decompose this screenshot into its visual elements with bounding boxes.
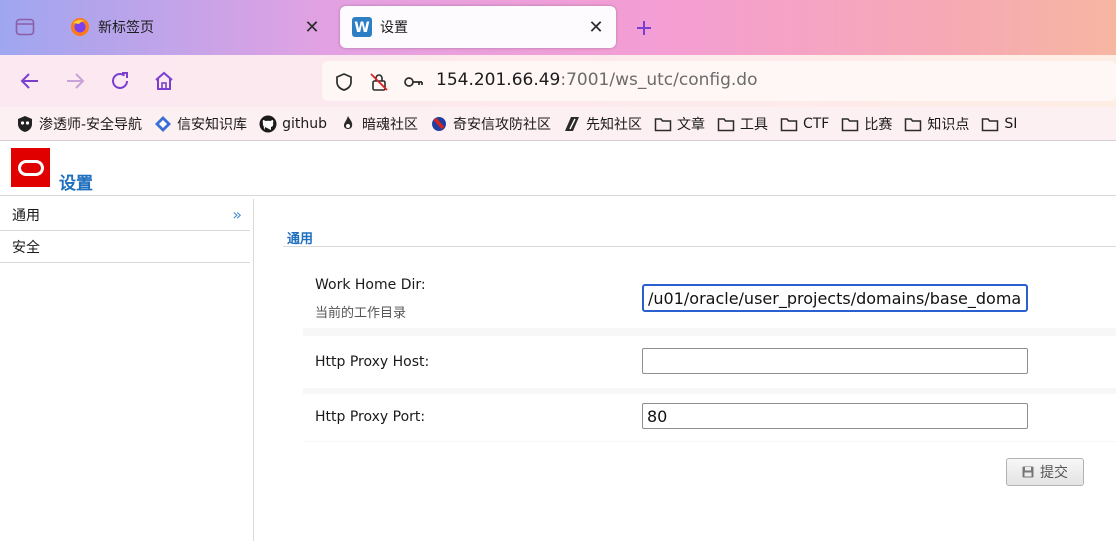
svg-text:W: W [354,20,369,36]
submit-label: 提交 [1040,465,1068,481]
shield-icon[interactable] [333,71,355,93]
qianxin-logo-icon [430,115,448,133]
bookmark-item[interactable]: 暗魂社区 [339,112,418,136]
tab-settings[interactable]: W 设置 ✕ [340,6,616,48]
bookmarks-toolbar: 渗透师-安全导航 信安知识库 github 暗魂社区 奇安信攻防社区 先知社区 … [0,107,1116,141]
home-button[interactable] [150,67,178,95]
bookmark-folder[interactable]: 知识点 [904,112,969,136]
arrow-left-icon [20,73,38,89]
tab-title: 新标签页 [98,20,154,36]
bookmark-folder[interactable]: SI [981,112,1017,136]
diamond-logo-icon [154,115,172,133]
tab-list-icon [15,18,35,36]
http-proxy-port-label: Http Proxy Port: [315,409,426,425]
url-text[interactable]: 154.201.66.49:7001/ws_utc/config.do [436,70,758,90]
url-bar[interactable]: 154.201.66.49:7001/ws_utc/config.do [322,61,1116,101]
folder-icon [841,115,859,133]
folder-icon [904,115,922,133]
tab-list-button[interactable] [14,17,36,37]
bookmark-label: 渗透师-安全导航 [39,116,143,133]
tab-strip: 新标签页 ✕ W 设置 ✕ [0,0,1116,55]
key-icon[interactable] [402,71,424,93]
bookmark-label: 文章 [676,116,705,133]
close-tab-icon[interactable]: ✕ [586,17,606,38]
work-home-dir-label: Work Home Dir: [315,277,426,293]
bookmark-item[interactable]: 信安知识库 [154,112,247,136]
bookmark-label: 暗魂社区 [361,116,418,133]
xianzhi-logo-icon [563,115,581,133]
section-divider [283,246,1116,247]
tab-new-tab[interactable]: 新标签页 ✕ [58,6,332,48]
new-tab-button[interactable] [632,16,656,40]
save-icon [1022,466,1034,478]
bookmark-label: 工具 [739,116,768,133]
weblogic-w-icon: W [352,17,372,37]
panel-divider [253,199,254,541]
sidebar-item-general[interactable]: 通用 » [0,199,250,231]
bookmark-label: 奇安信攻防社区 [452,116,551,133]
folder-icon [780,115,798,133]
section-title: 通用 [287,232,314,247]
arrow-right-icon [67,73,85,89]
tab-title: 设置 [380,20,408,36]
http-proxy-host-label: Http Proxy Host: [315,354,430,370]
http-proxy-port-input[interactable] [642,403,1028,429]
flame-logo-icon [339,115,357,133]
bookmark-label: github [282,115,327,132]
bookmark-label: 比赛 [864,116,893,133]
sidebar-item-label: 通用 [12,207,40,224]
bookmark-label: 知识点 [927,116,970,133]
work-home-dir-input[interactable] [642,284,1028,312]
url-path: :7001/ws_utc/config.do [560,70,758,90]
http-proxy-host-input[interactable] [642,348,1028,374]
plus-icon [637,21,651,35]
back-button[interactable] [16,67,44,95]
forward-button[interactable] [61,67,89,95]
github-icon [259,115,277,133]
sidebar: 通用 » 安全 [0,199,250,541]
form-row-http-proxy-host: Http Proxy Host: [303,336,1116,388]
submit-button[interactable]: 提交 [1006,458,1084,486]
navigation-toolbar: 154.201.66.49:7001/ws_utc/config.do [0,55,1116,107]
bookmark-folder[interactable]: 文章 [654,112,705,136]
bookmark-label: CTF [802,115,830,132]
sidebar-item-label: 安全 [12,239,40,256]
url-host: 154.201.66.49 [436,70,561,90]
bookmark-label: 先知社区 [585,116,642,133]
bookmark-folder[interactable]: CTF [780,112,829,136]
folder-icon [981,115,999,133]
work-home-dir-description: 当前的工作目录 [315,306,407,321]
page-content: 设置 通用 » 安全 通用 Work Home Dir: 当前的工作目录 Htt… [0,141,1116,541]
bookmark-item[interactable]: 奇安信攻防社区 [430,112,551,136]
bookmark-item[interactable]: 先知社区 [563,112,642,136]
bookmark-folder[interactable]: 工具 [717,112,768,136]
home-icon [155,71,173,90]
bookmark-label: SI [1004,115,1018,132]
form-row-work-home-dir: Work Home Dir: 当前的工作目录 [303,266,1116,328]
folder-icon [654,115,672,133]
oracle-logo-icon [11,148,50,187]
firefox-icon [70,17,90,37]
form-row-http-proxy-port: Http Proxy Port: [303,394,1116,441]
folder-icon [717,115,735,133]
page-title: 设置 [59,174,93,194]
bookmark-folder[interactable]: 比赛 [841,112,892,136]
shield-ghost-icon [16,115,34,133]
double-chevron-right-icon: » [232,205,242,224]
close-tab-icon[interactable]: ✕ [302,17,322,38]
sidebar-item-security[interactable]: 安全 [0,231,250,263]
bookmark-item[interactable]: github [259,112,327,136]
reload-icon [112,72,128,89]
bookmark-item[interactable]: 渗透师-安全导航 [16,112,142,136]
app-header: 设置 [0,141,1116,196]
reload-button[interactable] [106,67,134,95]
bookmark-label: 信安知识库 [177,116,248,133]
insecure-lock-icon[interactable] [368,71,390,93]
